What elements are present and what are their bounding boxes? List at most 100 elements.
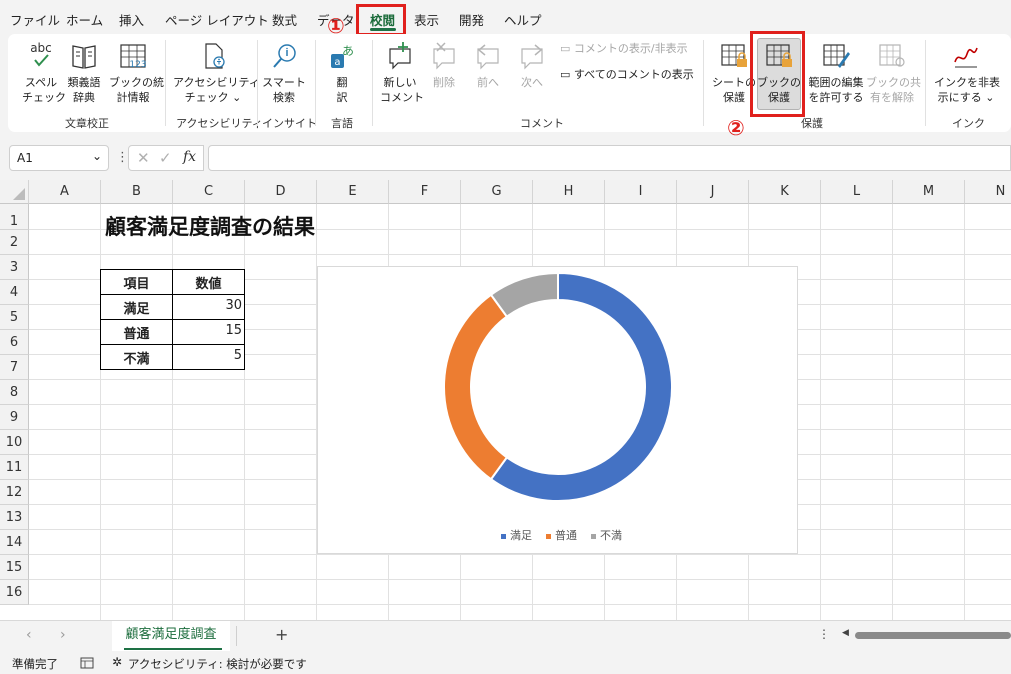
scroll-left-icon[interactable]: ‹ [26,627,32,643]
name-box[interactable]: A1 ⌄ [9,145,109,171]
group-label-language: 言語 [331,117,353,130]
gridline [244,204,245,620]
select-all-corner[interactable] [0,180,29,204]
tab-help[interactable]: ヘルプ [504,10,542,29]
tab-page-layout[interactable]: ページ レイアウト [165,10,269,29]
active-sheet-underline [124,648,222,650]
group-separator [925,40,926,126]
row-header[interactable]: 4 [0,280,29,305]
column-header[interactable]: K [749,180,821,204]
add-sheet-button[interactable]: + [275,625,288,644]
workbook-statistics-button[interactable]: 123 ブックの統 計情報 [109,40,164,105]
hide-ink-button[interactable]: インクを非表 示にする ⌄ [934,40,1000,105]
spelling-button[interactable]: abc スペル チェック [22,40,66,105]
row-header[interactable]: 1 [0,204,29,230]
gridline [29,604,1011,605]
row-header[interactable]: 12 [0,480,29,505]
row-header[interactable]: 15 [0,555,29,580]
row-header[interactable]: 5 [0,305,29,330]
allow-edit-ranges-button[interactable]: 範囲の編集 を許可する [808,40,864,105]
tab-view[interactable]: 表示 [414,10,439,29]
gridline [964,204,965,620]
column-header[interactable]: J [677,180,749,204]
row-header[interactable]: 8 [0,380,29,405]
row-header[interactable]: 11 [0,455,29,480]
svg-text:あ: あ [342,44,354,58]
column-header[interactable]: F [389,180,461,204]
row-header[interactable]: 10 [0,430,29,455]
column-header[interactable]: A [29,180,101,204]
tab-formulas[interactable]: 数式 [272,10,297,29]
highlight-protect-workbook [750,31,805,117]
tab-developer[interactable]: 開発 [459,10,484,29]
highlight-review-tab [356,4,406,36]
formula-input[interactable] [208,145,1011,171]
scroll-left-arrow-icon[interactable]: ◀ [842,628,849,638]
scroll-right-icon[interactable]: › [60,627,66,643]
previous-comment-button[interactable]: 前へ [470,40,506,90]
accessibility-status[interactable]: アクセシビリティ: 検討が必要です [128,656,307,672]
row-header[interactable]: 7 [0,355,29,380]
doughnut-slice-3[interactable] [489,271,559,319]
tab-file[interactable]: ファイル [10,10,60,29]
row-header[interactable]: 6 [0,330,29,355]
check-accessibility-button[interactable]: アクセシビリティ チェック ⌄ [173,40,260,105]
tab-insert[interactable]: 挿入 [119,10,144,29]
translate-button[interactable]: a あ 翻訳 [326,40,358,105]
column-header[interactable]: B [101,180,173,204]
row-header[interactable]: 3 [0,255,29,280]
book-icon [72,45,96,69]
svg-text:a: a [334,57,340,68]
legend-swatch [546,533,551,539]
tab-home[interactable]: ホーム [66,10,103,29]
edit-ranges-icon [823,44,850,68]
column-header[interactable]: D [245,180,317,204]
sheet-title[interactable]: 顧客満足度調査の結果 [105,211,315,241]
row-header[interactable]: 9 [0,405,29,430]
doughnut-slice-2[interactable] [443,293,509,481]
chart-legend: 満足 普通 不満 [501,527,622,543]
thesaurus-button[interactable]: 類義語 辞典 [64,40,104,105]
sheet-tab-active[interactable]: 顧客満足度調査 [112,621,230,651]
cancel-icon[interactable]: ✕ [137,149,150,167]
show-hide-comment-button[interactable]: ▭ コメントの表示/非表示 [560,42,688,56]
statistics-icon: 123 [120,44,147,70]
column-header[interactable]: M [893,180,965,204]
row-header[interactable]: 14 [0,530,29,555]
name-box-value: A1 [17,151,33,165]
column-header[interactable]: G [461,180,533,204]
macro-record-icon[interactable] [80,657,94,669]
enter-icon[interactable]: ✓ [159,149,172,167]
row-header[interactable]: 13 [0,505,29,530]
gridline [29,554,1011,555]
new-comment-button[interactable]: 新しい コメント [380,40,424,105]
legend-item: 満足 [501,529,532,542]
next-comment-button[interactable]: 次へ [514,40,550,90]
accessibility-status-icon[interactable]: ✲ [112,655,122,669]
more-options-icon[interactable]: ⋮ [818,627,830,641]
insert-function-icon[interactable]: fx [183,149,196,165]
doughnut-chart[interactable]: 満足 普通 不満 [317,266,798,554]
gridline [892,204,893,620]
smart-lookup-button[interactable]: スマート 検索 [262,40,306,105]
row-header[interactable]: 2 [0,230,29,255]
show-all-comments-button[interactable]: ▭ すべてのコメントの表示 [560,68,694,82]
column-header[interactable]: I [605,180,677,204]
row-header[interactable]: 16 [0,580,29,605]
column-header[interactable]: E [317,180,389,204]
chevron-down-icon[interactable]: ⌄ [92,149,102,163]
group-separator [703,40,704,126]
gridline [29,254,1011,255]
table-row-value: 30 [225,298,242,313]
select-all-icon [13,188,25,200]
column-header[interactable]: L [821,180,893,204]
delete-comment-button[interactable]: 削除 [426,40,462,90]
step-2-marker: ② [727,116,745,140]
horizontal-scrollbar[interactable] [855,632,1011,639]
column-header[interactable]: C [173,180,245,204]
group-label-accessibility: アクセシビリティ [176,117,263,130]
unshare-workbook-button[interactable]: ブックの共 有を解除 [866,40,921,105]
column-header[interactable]: H [533,180,605,204]
gridline [100,204,101,620]
column-header[interactable]: N [965,180,1011,204]
